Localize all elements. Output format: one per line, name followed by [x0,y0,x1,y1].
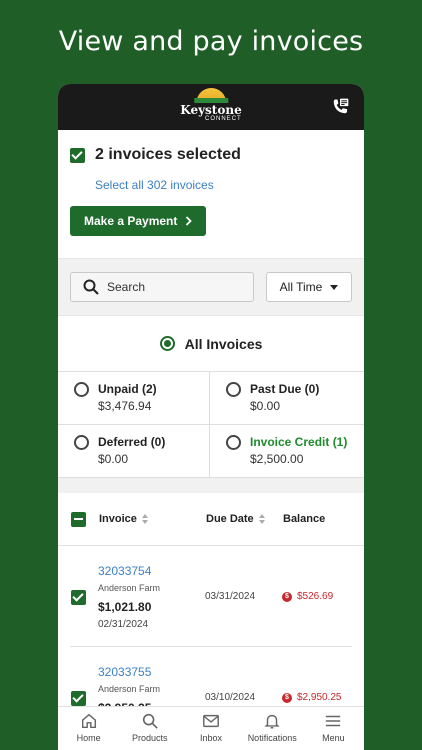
all-invoices-option[interactable]: All Invoices [58,316,364,371]
invoice-number-link[interactable]: 32033755 [98,665,151,679]
time-filter-value: All Time [279,280,323,294]
category-label: Invoice Credit (1) [250,435,348,449]
tab-label: Home [76,733,101,743]
tab-notifications[interactable]: Notifications [242,707,303,750]
bottom-tab-bar: Home Products Inbox Notifications Menu [58,706,364,750]
header-due-date: Due Date [206,513,254,525]
tab-menu[interactable]: Menu [303,707,364,750]
invoice-date: 02/31/2024 [98,619,149,630]
category-amount: $2,500.00 [250,452,304,466]
category-unpaid[interactable]: Unpaid (2) $3,476.94 [58,372,210,425]
category-past-due[interactable]: Past Due (0) $0.00 [210,372,364,425]
category-deferred[interactable]: Deferred (0) $0.00 [58,425,210,478]
sort-icon [141,514,148,524]
row-checkbox[interactable] [71,691,86,706]
contact-phone-icon[interactable] [330,97,350,117]
mail-icon [203,714,219,728]
search-icon [83,279,99,295]
logo-sub: CONNECT [205,116,242,122]
invoice-number-link[interactable]: 32033754 [98,564,151,578]
invoice-amount: $1,021.80 [98,600,152,614]
radio-icon [74,435,89,450]
logo-name: Keystone [180,103,242,117]
invoice-category-grid: Unpaid (2) $3,476.94 Past Due (0) $0.00 … [58,371,364,478]
select-all-link[interactable]: Select all 302 invoices [95,178,352,192]
tab-label: Inbox [199,733,223,743]
all-invoices-label: All Invoices [184,335,263,352]
sort-icon [258,514,265,524]
app-screen: Keystone CONNECT 2 invoices selected Sel… [58,84,364,750]
select-checkbox[interactable] [70,147,85,163]
category-label: Deferred (0) [98,435,166,449]
headline: View and pay invoices [58,26,364,57]
tab-label: Products [132,733,168,743]
balance-value: $526.69 [297,591,334,602]
chevron-right-icon [186,216,193,226]
time-filter-dropdown[interactable]: All Time [266,272,352,302]
radio-icon [74,382,89,397]
category-label: Past Due (0) [250,382,320,396]
radio-icon [226,382,241,397]
header-invoice: Invoice [99,513,137,525]
filter-bar: Search All Time [58,258,364,316]
tab-label: Notifications [247,733,297,743]
dollar-alert-icon: $ [282,692,292,703]
search-input[interactable]: Search [70,272,254,302]
category-invoice-credit[interactable]: Invoice Credit (1) $2,500.00 [210,425,364,478]
search-icon [142,713,158,729]
customer-name: Anderson Farm [98,684,161,694]
make-payment-button[interactable]: Make a Payment [70,206,207,236]
tab-home[interactable]: Home [58,707,119,750]
table-header: Invoice Due Date Balance [58,493,364,546]
search-placeholder: Search [107,280,146,294]
selection-title: 2 invoices selected [95,146,241,163]
select-all-rows-checkbox[interactable] [71,511,86,527]
due-date: 03/10/2024 [205,692,256,703]
tab-products[interactable]: Products [119,707,180,750]
category-amount: $0.00 [250,399,281,413]
category-amount: $0.00 [98,452,129,466]
sunrise-icon [194,88,228,103]
row-checkbox[interactable] [71,590,86,605]
due-date: 03/31/2024 [205,591,256,602]
customer-name: Anderson Farm [98,583,161,593]
balance-value: $2,950.25 [297,692,342,703]
category-label: Unpaid (2) [98,382,157,396]
home-icon [81,713,96,729]
app-header: Keystone CONNECT [58,84,364,130]
tab-inbox[interactable]: Inbox [180,707,241,750]
balance: $ $2,950.25 [282,692,342,703]
tab-label: Menu [322,733,345,743]
radio-selected-icon [159,336,175,351]
category-amount: $3,476.94 [98,399,152,413]
selection-panel: 2 invoices selected Select all 302 invoi… [58,130,364,258]
menu-icon [326,715,341,727]
make-payment-label: Make a Payment [84,214,178,228]
chevron-down-icon [330,284,339,290]
table-row[interactable]: 32033754 Anderson Farm $1,021.80 02/31/2… [70,546,352,647]
radio-icon [226,435,241,450]
bell-icon [264,714,280,729]
balance: $ $526.69 [282,591,333,602]
sort-due-date[interactable]: Due Date [206,513,283,525]
header-balance: Balance [283,513,326,525]
section-divider [58,478,364,493]
keystone-logo: Keystone CONNECT [180,88,242,123]
sort-invoice[interactable]: Invoice [99,513,206,525]
dollar-alert-icon: $ [282,591,292,602]
